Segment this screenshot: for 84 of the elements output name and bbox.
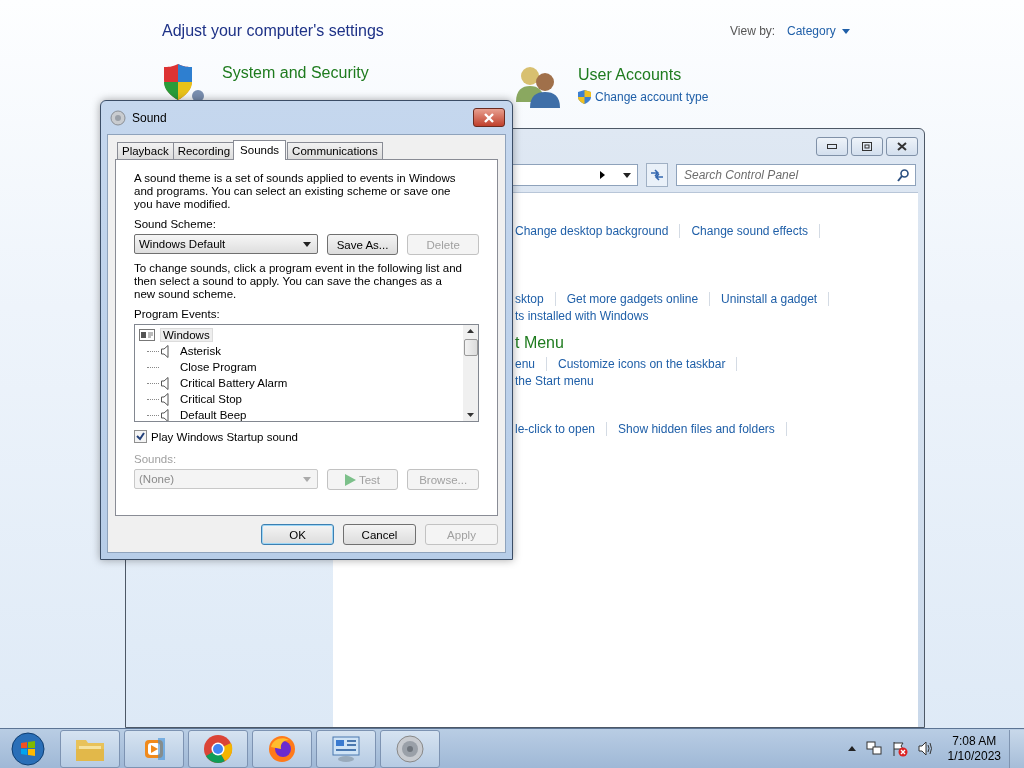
task-link[interactable]: sktop <box>515 291 544 306</box>
restore-icon <box>862 142 872 151</box>
category-title[interactable]: User Accounts <box>578 66 709 84</box>
browser-icon <box>203 733 233 764</box>
window-title: Sound <box>132 110 168 125</box>
tree-item[interactable]: Critical Battery Alarm <box>177 376 291 390</box>
checkbox[interactable] <box>134 430 147 443</box>
field-label: Sound Scheme: <box>134 218 217 231</box>
minimize-icon <box>827 143 837 150</box>
tree-item[interactable]: Close Program <box>177 360 260 374</box>
dialog-button[interactable]: Cancel <box>343 524 416 545</box>
taskbar-button[interactable] <box>124 729 184 768</box>
tab[interactable]: Playback <box>117 142 174 159</box>
tab[interactable]: Recording <box>172 142 236 159</box>
task-link[interactable]: Customize icons on the taskbar <box>558 356 726 371</box>
dropdown-arrow-icon <box>302 241 311 247</box>
minimize-button[interactable] <box>816 137 848 156</box>
caret-icon <box>841 28 850 34</box>
task-link[interactable]: Change desktop background <box>515 223 669 238</box>
clock-date[interactable]: 1/10/2023 <box>947 748 1001 764</box>
window-icon <box>139 329 155 341</box>
scroll-down-icon[interactable] <box>467 413 474 417</box>
speaker-icon <box>395 733 425 764</box>
task-link[interactable]: Show hidden files and folders <box>618 421 775 436</box>
close-button[interactable] <box>473 108 505 127</box>
tree-item[interactable]: Default Beep <box>177 408 250 421</box>
tree-item[interactable]: Windows <box>160 328 213 342</box>
shield-icon <box>162 62 206 102</box>
network-icon[interactable] <box>865 741 882 756</box>
dropdown-arrow-icon <box>302 476 311 482</box>
tree-item[interactable]: Critical Stop <box>177 392 245 406</box>
description-text: A sound theme is a set of sounds applied to events in Windows and programs. You can select an existing scheme or save one you have modified. <box>134 172 457 211</box>
maximize-button[interactable] <box>851 137 883 156</box>
field-label: Sounds: <box>134 453 178 466</box>
play-icon <box>344 473 356 486</box>
close-icon <box>483 112 495 123</box>
task-link[interactable]: Get more gadgets online <box>566 291 699 306</box>
flag-icon[interactable] <box>891 740 908 757</box>
taskbar-button[interactable] <box>252 729 312 768</box>
speaker-icon <box>161 408 169 421</box>
chevron-icon <box>600 171 605 179</box>
task-link[interactable]: Uninstall a gadget <box>721 291 818 306</box>
view-by-dropdown[interactable]: Category <box>787 24 850 38</box>
task-link[interactable]: enu <box>515 356 536 371</box>
page-heading: Adjust your computer's settings <box>162 22 385 40</box>
dialog-button[interactable]: OK <box>261 524 334 545</box>
instructions-text: To change sounds, click a program event in the following list and then select a sound to apply. You can save the changes as a new sound scheme. <box>134 262 463 301</box>
tree-item[interactable]: Asterisk <box>177 344 224 358</box>
dropdown-arrow-icon <box>623 172 631 178</box>
taskbar-button[interactable] <box>316 729 376 768</box>
task-link[interactable]: Change sound effects <box>691 223 808 238</box>
clock-time[interactable]: 7:08 AM <box>952 733 997 749</box>
tab[interactable]: Sounds <box>233 140 287 160</box>
view-by-label: View by: <box>730 24 777 38</box>
speaker-icon <box>161 344 169 358</box>
speaker-icon <box>161 376 169 390</box>
field-label: Program Events: <box>134 308 221 321</box>
tab[interactable]: Communications <box>287 142 383 159</box>
task-link[interactable]: the Start menu <box>515 373 594 388</box>
search-field[interactable]: Search Control Panel <box>676 164 916 186</box>
volume-icon[interactable] <box>917 741 934 756</box>
speaker-icon <box>161 392 169 406</box>
checkbox-label[interactable]: Play Windows Startup sound <box>151 430 299 443</box>
browser-icon <box>268 734 296 763</box>
refresh-icon <box>650 169 664 181</box>
scroll-up-icon[interactable] <box>467 329 474 333</box>
category-title[interactable]: t Menu <box>515 334 564 351</box>
search-icon <box>897 169 909 182</box>
scroll-thumb[interactable] <box>463 339 478 356</box>
task-link[interactable]: ts installed with Windows <box>515 308 649 323</box>
speaker-icon <box>110 109 126 126</box>
close-icon <box>897 142 907 151</box>
show-hidden-icons-icon[interactable] <box>847 746 856 751</box>
scheme-dropdown[interactable]: Windows Default <box>134 234 318 254</box>
task-link[interactable]: le-click to open <box>515 421 596 436</box>
dialog-button[interactable]: Save As... <box>326 234 399 255</box>
taskbar-button[interactable] <box>188 729 248 768</box>
shield-icon <box>578 90 591 104</box>
refresh-button[interactable] <box>646 163 668 187</box>
category-link[interactable]: Change account type <box>578 90 709 104</box>
category-title[interactable]: System and Security <box>222 64 369 82</box>
close-button[interactable] <box>886 137 918 156</box>
control-panel-icon <box>331 734 361 763</box>
start-button[interactable] <box>8 729 48 768</box>
